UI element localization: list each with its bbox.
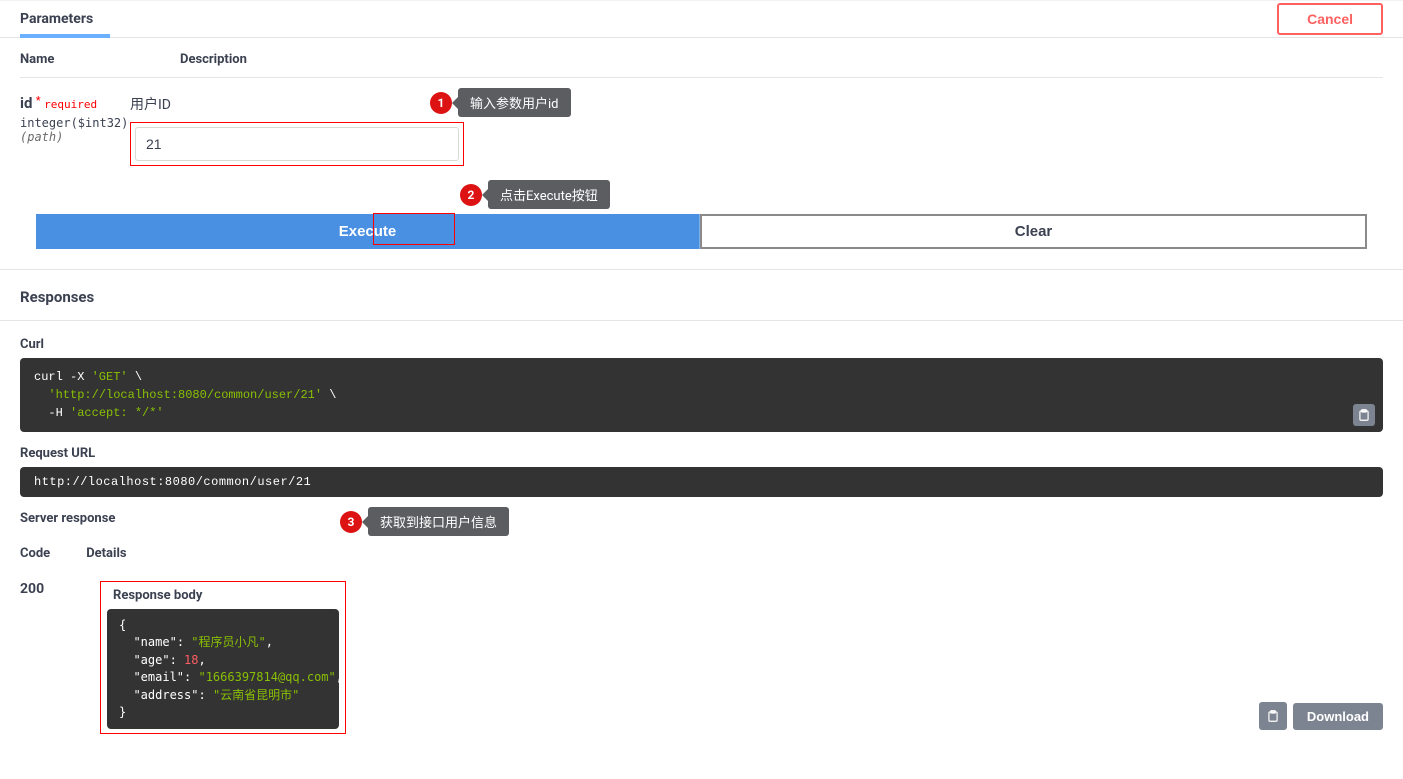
param-input-highlight xyxy=(130,122,464,166)
response-body-highlight: Response body { "name": "程序员小凡", "age": … xyxy=(100,581,346,734)
callout-badge: 1 xyxy=(430,92,452,114)
response-table-header: Code Details xyxy=(20,546,1383,567)
curl-label: Curl xyxy=(20,337,1383,352)
col-details: Details xyxy=(86,546,126,561)
json-value: 18 xyxy=(184,653,198,667)
curl-method: 'GET' xyxy=(92,370,128,384)
parameters-section: Name Description id * required integer($… xyxy=(0,38,1403,269)
request-url-block: http://localhost:8080/common/user/21 xyxy=(20,467,1383,497)
params-table-header: Name Description xyxy=(20,52,1383,78)
json-value: "1666397814@qq.com" xyxy=(198,670,335,684)
param-description: 用户ID xyxy=(130,94,1383,114)
param-location: (path) xyxy=(20,130,130,144)
json-value: "云南省昆明市" xyxy=(213,688,299,702)
clipboard-icon xyxy=(1266,709,1280,723)
response-body-label: Response body xyxy=(113,588,339,603)
request-url-label: Request URL xyxy=(20,446,1383,461)
param-description-cell: 用户ID 1 输入参数用户id xyxy=(130,94,1383,166)
response-json: { "name": "程序员小凡", "age": 18, "email": "… xyxy=(107,609,339,729)
callout-badge: 3 xyxy=(340,511,362,533)
copy-curl-button[interactable] xyxy=(1353,404,1375,426)
required-star: * xyxy=(36,94,41,107)
required-label: required xyxy=(44,98,97,111)
tabs-header: Parameters Cancel xyxy=(0,0,1403,38)
clear-button[interactable]: Clear xyxy=(700,214,1367,249)
curl-text: -H xyxy=(48,406,70,420)
param-meta: id * required integer($int32) (path) xyxy=(20,94,130,166)
callout-text: 输入参数用户id xyxy=(458,88,571,117)
copy-response-button[interactable] xyxy=(1259,702,1287,730)
curl-header: 'accept: */*' xyxy=(70,406,164,420)
param-input-id[interactable] xyxy=(135,127,459,161)
curl-url: 'http://localhost:8080/common/user/21' xyxy=(48,388,322,402)
execute-button[interactable]: Execute xyxy=(36,214,700,249)
callout-2: 2 点击Execute按钮 xyxy=(460,180,610,209)
callout-badge: 2 xyxy=(460,184,482,206)
download-button[interactable]: Download xyxy=(1293,703,1383,730)
cancel-button[interactable]: Cancel xyxy=(1277,3,1383,35)
json-key: "email" xyxy=(133,670,184,684)
curl-text: \ xyxy=(128,370,142,384)
callout-3: 3 获取到接口用户信息 xyxy=(340,507,509,536)
col-description: Description xyxy=(180,52,247,67)
callout-text: 获取到接口用户信息 xyxy=(368,507,509,536)
response-row: 200 Response body { "name": "程序员小凡", "ag… xyxy=(20,581,1383,734)
col-code: Code xyxy=(20,546,50,561)
server-response-label: Server response xyxy=(20,511,115,526)
callout-1: 1 输入参数用户id xyxy=(430,88,571,117)
response-actions: Download xyxy=(1259,702,1383,730)
json-key: "name" xyxy=(133,635,176,649)
clipboard-icon xyxy=(1357,408,1371,422)
curl-text: \ xyxy=(322,388,336,402)
swagger-try-panel: Parameters Cancel Name Description id * … xyxy=(0,0,1403,750)
json-value: "程序员小凡" xyxy=(191,635,265,649)
curl-block: curl -X 'GET' \ 'http://localhost:8080/c… xyxy=(20,358,1383,432)
param-name: id xyxy=(20,94,32,112)
tab-parameters[interactable]: Parameters xyxy=(20,1,97,37)
responses-title: Responses xyxy=(0,269,1403,321)
server-response-row: Server response 3 获取到接口用户信息 xyxy=(20,511,1383,532)
responses-body: Curl curl -X 'GET' \ 'http://localhost:8… xyxy=(0,321,1403,750)
response-detail-cell: Response body { "name": "程序员小凡", "age": … xyxy=(100,581,1383,734)
curl-text: curl -X xyxy=(34,370,92,384)
callout-text: 点击Execute按钮 xyxy=(488,180,610,209)
param-row-id: id * required integer($int32) (path) 用户I… xyxy=(20,78,1383,166)
json-key: "age" xyxy=(133,653,169,667)
response-code: 200 xyxy=(20,581,60,734)
json-key: "address" xyxy=(133,688,198,702)
col-name: Name xyxy=(20,52,120,67)
execute-row: 2 点击Execute按钮 Execute Clear xyxy=(20,214,1383,249)
param-type: integer($int32) xyxy=(20,116,130,130)
